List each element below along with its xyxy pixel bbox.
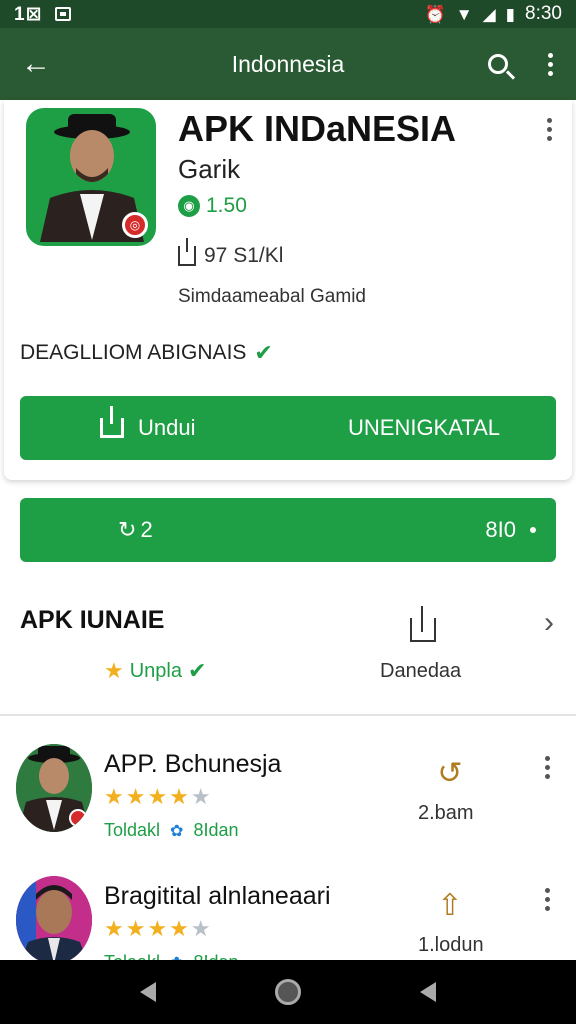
more-vert-icon	[547, 118, 552, 141]
list-item-action-label: 1.lodun	[418, 934, 484, 956]
nav-home-icon[interactable]	[274, 979, 301, 1005]
star-icon: ★	[104, 658, 124, 683]
app-title: APK INDaNESIA	[178, 108, 457, 149]
install-button-left: Undui	[20, 406, 196, 441]
section-title: APK IUNAIE	[20, 606, 165, 634]
star-icon: ★★★★	[104, 784, 191, 809]
arrow-left-icon: ←	[21, 47, 51, 80]
battery-icon: ▮	[505, 4, 516, 24]
app-size: 97 S1/Kl	[178, 238, 284, 268]
secondary-left: ↻ 2	[20, 517, 153, 543]
search-icon	[488, 54, 508, 74]
avatar	[16, 876, 92, 964]
toolbar-actions	[472, 28, 576, 100]
app-details-card: ◎ APK INDaNESIA Garik ◉ 1.50 97 S1/Kl Si…	[4, 100, 572, 480]
wifi-icon: ▼	[455, 4, 473, 24]
section-share-label: Danedaa	[380, 660, 462, 682]
app-badge-icon: ◎	[122, 212, 148, 238]
list-item-title: Bragitital alnlaneaari	[104, 882, 331, 910]
rating-icon: ◉	[178, 195, 200, 217]
status-notification-text: 1⊠	[14, 3, 43, 25]
secondary-action-button[interactable]: ↻ 2 8I0	[20, 498, 556, 562]
overflow-menu-button[interactable]	[524, 28, 576, 100]
rating-stars: ★★★★★	[104, 784, 213, 810]
avatar-portrait	[16, 876, 92, 964]
app-toolbar: ← Indonnesia	[0, 28, 576, 100]
link-icon: ↻	[118, 517, 137, 542]
star-empty-icon: ★	[190, 784, 213, 809]
download-size-icon	[178, 238, 196, 266]
divider	[0, 714, 576, 716]
status-right: ⏰ ▼ ◢ ▮ 8:30	[425, 3, 562, 25]
section-chip[interactable]: ★ Unpla ✔	[104, 658, 206, 684]
nav-recents-icon[interactable]	[420, 982, 437, 1002]
upload-icon	[100, 406, 124, 438]
app-developer[interactable]: Garik	[178, 154, 240, 185]
app-size-value: 97 S1/Kl	[204, 244, 284, 267]
app-rating-value: 1.50	[206, 194, 247, 217]
verified-icon: ✿	[170, 822, 184, 840]
secondary-right-label: 8I0	[485, 517, 516, 542]
check-icon: ✔	[254, 340, 273, 365]
install-button[interactable]: Undui UNENIGKATAL	[20, 396, 556, 460]
secondary-right: 8I0	[485, 517, 556, 543]
list-item-meta: Toldakl ✿ 8Idan	[104, 820, 238, 841]
status-bar: 1⊠ ⏰ ▼ ◢ ▮ 8:30	[0, 0, 576, 28]
status-left: 1⊠	[14, 3, 71, 26]
card-menu-button[interactable]	[547, 118, 552, 141]
list-item[interactable]: APP. Bchunesja ★★★★★ Toldakl ✿ 8Idan ↺ 2…	[0, 744, 576, 854]
more-vert-icon	[547, 52, 553, 76]
back-button[interactable]: ←	[0, 28, 72, 100]
install-button-label: Undui	[138, 415, 196, 440]
avatar-portrait	[16, 744, 92, 832]
app-tag-label: DEAGLLIOM ABIGNAIS	[20, 341, 247, 364]
search-button[interactable]	[472, 28, 524, 100]
upload-icon[interactable]: ⇧	[432, 888, 468, 924]
star-empty-icon: ★	[190, 916, 213, 941]
list-item-title: APP. Bchunesja	[104, 750, 282, 778]
app-subtitle: Simdaameabal Gamid	[178, 286, 366, 307]
system-nav-bar	[0, 960, 576, 1024]
alarm-icon: ⏰	[424, 4, 446, 24]
star-icon: ★★★★	[104, 916, 191, 941]
refresh-icon[interactable]: ↺	[432, 756, 468, 792]
more-vert-icon	[545, 888, 550, 911]
signal-icon: ◢	[482, 4, 496, 24]
list-item-menu-button[interactable]	[545, 888, 550, 911]
section-chip-label: Unpla	[129, 659, 182, 682]
list-item-meta-left: Toldakl	[104, 820, 161, 840]
app-icon[interactable]: ◎	[26, 108, 156, 246]
app-rating: ◉ 1.50	[178, 194, 247, 218]
nav-back-icon[interactable]	[139, 982, 156, 1002]
list-item-action-label: 2.bam	[418, 802, 474, 824]
app-tag: DEAGLLIOM ABIGNAIS ✔	[20, 340, 273, 366]
secondary-left-label: 2	[140, 517, 153, 542]
rating-stars: ★★★★★	[104, 916, 213, 942]
more-vert-icon	[545, 756, 550, 779]
status-time: 8:30	[525, 3, 562, 24]
check-icon: ✔	[188, 658, 207, 683]
chevron-right-icon[interactable]: ›	[544, 606, 554, 640]
list-item-meta-right: 8Idan	[193, 820, 239, 840]
share-icon[interactable]	[408, 606, 438, 642]
list-item-menu-button[interactable]	[545, 756, 550, 779]
gallery-icon	[54, 7, 71, 21]
avatar	[16, 744, 92, 832]
install-button-right-label: UNENIGKATAL	[348, 415, 500, 440]
dot-icon	[530, 527, 536, 533]
